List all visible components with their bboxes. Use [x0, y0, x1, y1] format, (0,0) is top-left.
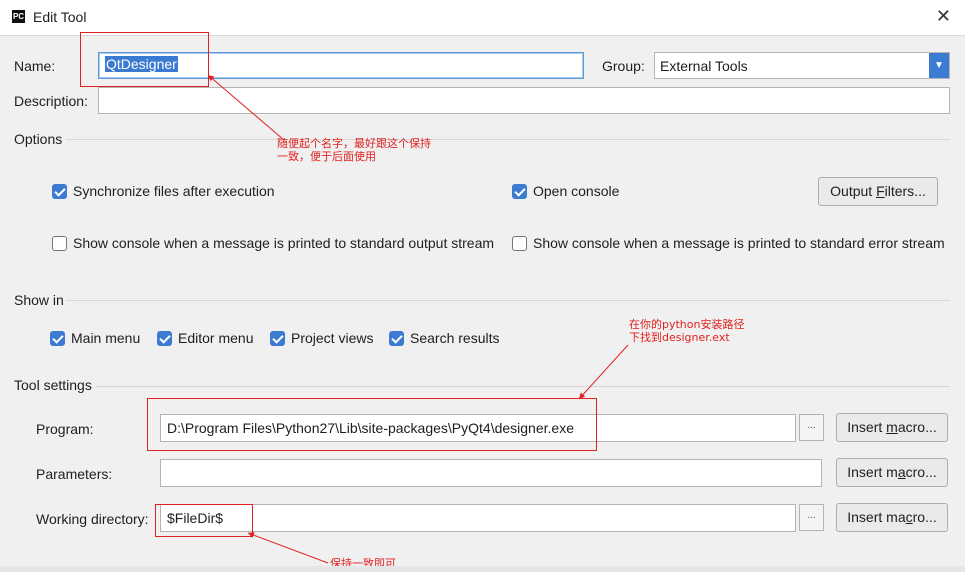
working-directory-annotation-arrow [247, 532, 329, 564]
name-annotation-note: 随便起个名字，最好跟这个保持 一致，便于后面使用 [277, 137, 431, 163]
program-annotation-line-2: 下找到designer.ext [629, 331, 730, 344]
program-annotation-arrow [578, 344, 629, 400]
name-annotation-arrow [207, 74, 285, 141]
name-annotation-line-1: 随便起个名字，最好跟这个保持 [277, 137, 431, 150]
dialog-bottom-edge [0, 566, 965, 572]
name-annotation-line-2: 一致，便于后面使用 [277, 150, 376, 163]
program-annotation-note: 在你的python安装路径 下找到designer.ext [629, 318, 744, 344]
annotation-arrows [207, 74, 629, 564]
program-annotation-line-1: 在你的python安装路径 [629, 318, 745, 331]
